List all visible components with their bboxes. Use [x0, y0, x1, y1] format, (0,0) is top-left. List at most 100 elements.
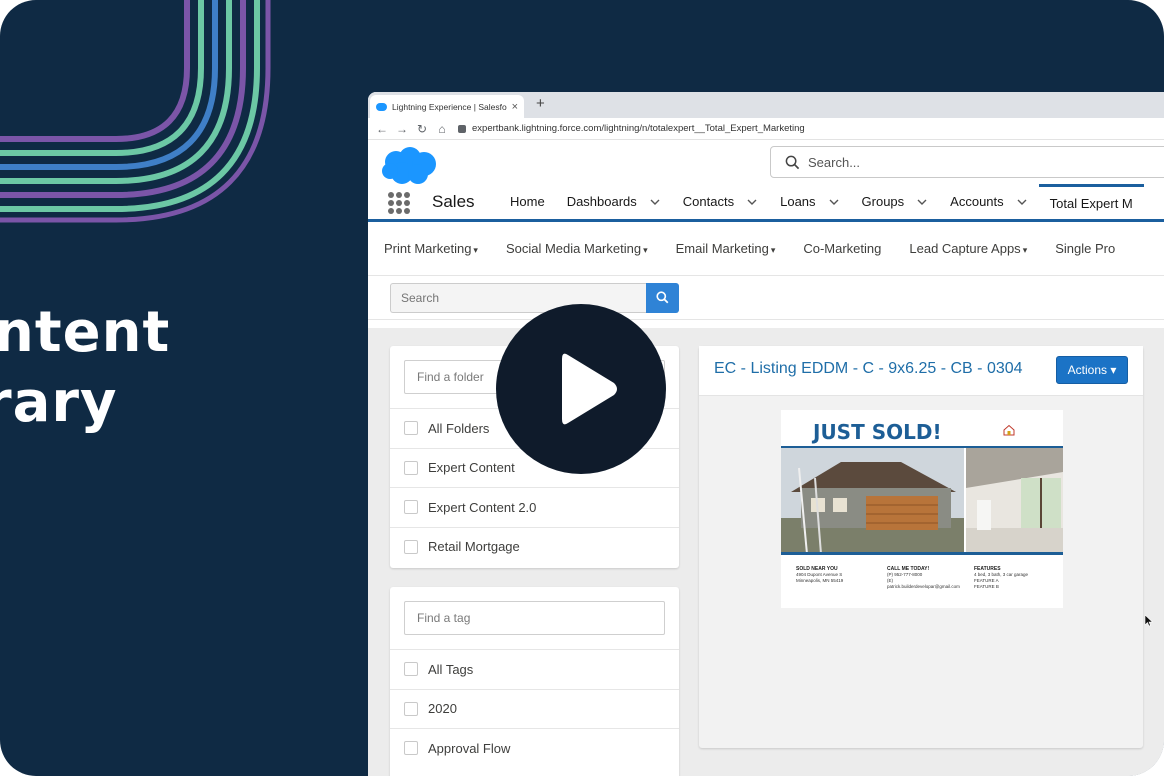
caret-down-icon: ▾ — [643, 245, 648, 255]
nav-item-label: Accounts — [950, 194, 1004, 209]
salesforce-header — [368, 140, 1164, 184]
reload-icon[interactable]: ↻ — [414, 122, 430, 136]
tag-label: All Tags — [428, 661, 474, 677]
folder-label: Retail Mortgage — [428, 539, 520, 555]
folder-label: All Folders — [428, 420, 490, 436]
house-logo-icon — [1003, 424, 1015, 436]
nav-item-loans[interactable]: Loans — [769, 184, 850, 219]
search-icon — [656, 291, 669, 304]
content-detail-panel: EC - Listing EDDM - C - 9x6.25 - CB - 03… — [699, 346, 1143, 748]
house-photo — [781, 448, 1063, 554]
subnav-social-media-marketing[interactable]: Social Media Marketing ▾ — [506, 241, 648, 256]
nav-item-label: Contacts — [682, 194, 735, 209]
close-tab-icon[interactable]: × — [512, 101, 518, 113]
subnav-label: Print Marketing — [384, 241, 472, 256]
chevron-down-icon[interactable] — [1016, 196, 1028, 208]
checkbox[interactable] — [404, 539, 418, 554]
nav-item-groups[interactable]: Groups — [851, 184, 940, 219]
checkbox[interactable] — [404, 741, 418, 756]
tag-list: All Tags 2020 Approval Flow — [390, 649, 679, 768]
home-icon[interactable]: ⌂ — [434, 122, 450, 136]
flyer-col-features: FEATURES 4 bed, 3 bath, 3 car garage FEA… — [974, 566, 1028, 590]
global-search-input[interactable] — [808, 154, 1108, 170]
subnav-label: Lead Capture Apps — [909, 241, 1021, 256]
find-tag-input[interactable] — [404, 601, 665, 635]
checkbox[interactable] — [404, 701, 418, 716]
flyer-col-contact: CALL ME TODAY! (P) 952-777-8000 (E) patr… — [887, 566, 960, 590]
browser-window: Lightning Experience | Salesfo × + ← → ↻… — [368, 92, 1164, 776]
hero-title: ntent rary — [0, 298, 170, 438]
folder-item[interactable]: Expert Content 2.0 — [390, 487, 679, 527]
checkbox[interactable] — [404, 421, 418, 436]
app-name: Sales — [432, 192, 475, 211]
new-tab-button[interactable]: + — [536, 95, 545, 112]
nav-item-label: Total Expert M — [1049, 195, 1133, 211]
checkbox[interactable] — [404, 662, 418, 677]
hero-title-line2: rary — [0, 370, 118, 435]
subnav-email-marketing[interactable]: Email Marketing ▾ — [676, 241, 776, 256]
global-search[interactable] — [770, 146, 1164, 178]
tag-label: Approval Flow — [428, 740, 511, 756]
library-search-row — [368, 276, 1164, 320]
folder-label: Expert Content 2.0 — [428, 499, 537, 515]
browser-tabbar: Lightning Experience | Salesfo × + — [368, 92, 1164, 118]
play-button[interactable] — [496, 304, 666, 474]
address-bar: ← → ↻ ⌂ expertbank.lightning.force.com/l… — [368, 118, 1164, 140]
checkbox[interactable] — [404, 500, 418, 515]
chevron-down-icon[interactable] — [916, 196, 928, 208]
salesforce-favicon-icon — [376, 102, 387, 111]
flyer-col-line: Minneapolis, MN 55419 — [796, 578, 844, 583]
flyer-col-sold: SOLD NEAR YOU 4904 Dupont Avenue S Minne… — [796, 566, 843, 584]
nav-item-total-expert[interactable]: Total Expert M — [1038, 184, 1144, 219]
url-field[interactable]: expertbank.lightning.force.com/lightning… — [472, 123, 805, 134]
nav-item-label: Dashboards — [566, 194, 637, 209]
subnav-print-marketing[interactable]: Print Marketing ▾ — [384, 241, 478, 256]
browser-tab-title: Lightning Experience | Salesfo — [392, 101, 507, 112]
marketing-subnav: Print Marketing ▾ Social Media Marketing ▾… — [368, 222, 1164, 276]
nav-item-dashboards[interactable]: Dashboards — [556, 184, 672, 219]
subnav-label: Email Marketing — [675, 241, 769, 256]
subnav-label: Co-Marketing — [803, 241, 882, 256]
tag-item[interactable]: All Tags — [390, 649, 679, 689]
browser-tab[interactable]: Lightning Experience | Salesfo × — [370, 95, 524, 118]
nav-item-accounts[interactable]: Accounts — [939, 184, 1038, 219]
subnav-lead-capture-apps[interactable]: Lead Capture Apps ▾ — [909, 241, 1027, 256]
tag-label: 2020 — [428, 701, 457, 717]
chevron-down-icon[interactable] — [828, 196, 840, 208]
nav-item-contacts[interactable]: Contacts — [672, 184, 769, 219]
actions-button[interactable]: Actions ▾ — [1056, 356, 1128, 384]
tag-item[interactable]: Approval Flow — [390, 728, 679, 768]
back-arrow-icon[interactable]: ← — [374, 122, 390, 136]
flyer-col-line: patrick.builderdevelopar@gmail.com — [887, 584, 960, 589]
nav-item-label: Groups — [861, 194, 905, 209]
library-search-button[interactable] — [646, 283, 679, 313]
subnav-label: Single Pro — [1055, 241, 1116, 256]
decorative-stripes — [0, 0, 271, 223]
mouse-cursor-icon — [1145, 615, 1153, 627]
tag-item[interactable]: 2020 — [390, 688, 679, 729]
folder-item[interactable]: Retail Mortgage — [390, 526, 679, 567]
subnav-co-marketing[interactable]: Co-Marketing — [803, 241, 881, 256]
chevron-down-icon[interactable] — [746, 196, 758, 208]
nav-item-home[interactable]: Home — [499, 184, 556, 219]
subnav-label: Social Media Marketing — [505, 241, 642, 256]
forward-arrow-icon[interactable]: → — [394, 122, 410, 136]
app-launcher-icon[interactable] — [388, 192, 410, 214]
video-thumbnail: ntent rary Lightning Experience | Salesf… — [0, 0, 1164, 776]
content-title-link[interactable]: EC - Listing EDDM - C - 9x6.25 - CB - 03… — [714, 360, 1023, 378]
flyer-preview[interactable]: JUST SOLD! SOLD NEAR YOU 4904 Dupont Ave… — [781, 410, 1063, 608]
app-navigation: Sales Home Dashboards Contacts Loans Gro… — [368, 184, 1164, 222]
tags-panel: All Tags 2020 Approval Flow — [390, 587, 679, 776]
hero-title-line1: ntent — [0, 300, 171, 365]
flyer-headline: JUST SOLD! — [813, 420, 942, 444]
nav-item-label: Loans — [780, 194, 816, 209]
caret-down-icon: ▾ — [473, 245, 478, 255]
folder-label: Expert Content — [428, 460, 515, 476]
search-icon — [785, 155, 800, 169]
lock-icon — [458, 124, 466, 133]
chevron-down-icon[interactable] — [649, 196, 661, 208]
subnav-single-pro[interactable]: Single Pro — [1055, 241, 1115, 256]
checkbox[interactable] — [404, 460, 418, 475]
flyer-col-line: FEATURE B — [974, 584, 999, 589]
play-icon — [562, 353, 617, 425]
